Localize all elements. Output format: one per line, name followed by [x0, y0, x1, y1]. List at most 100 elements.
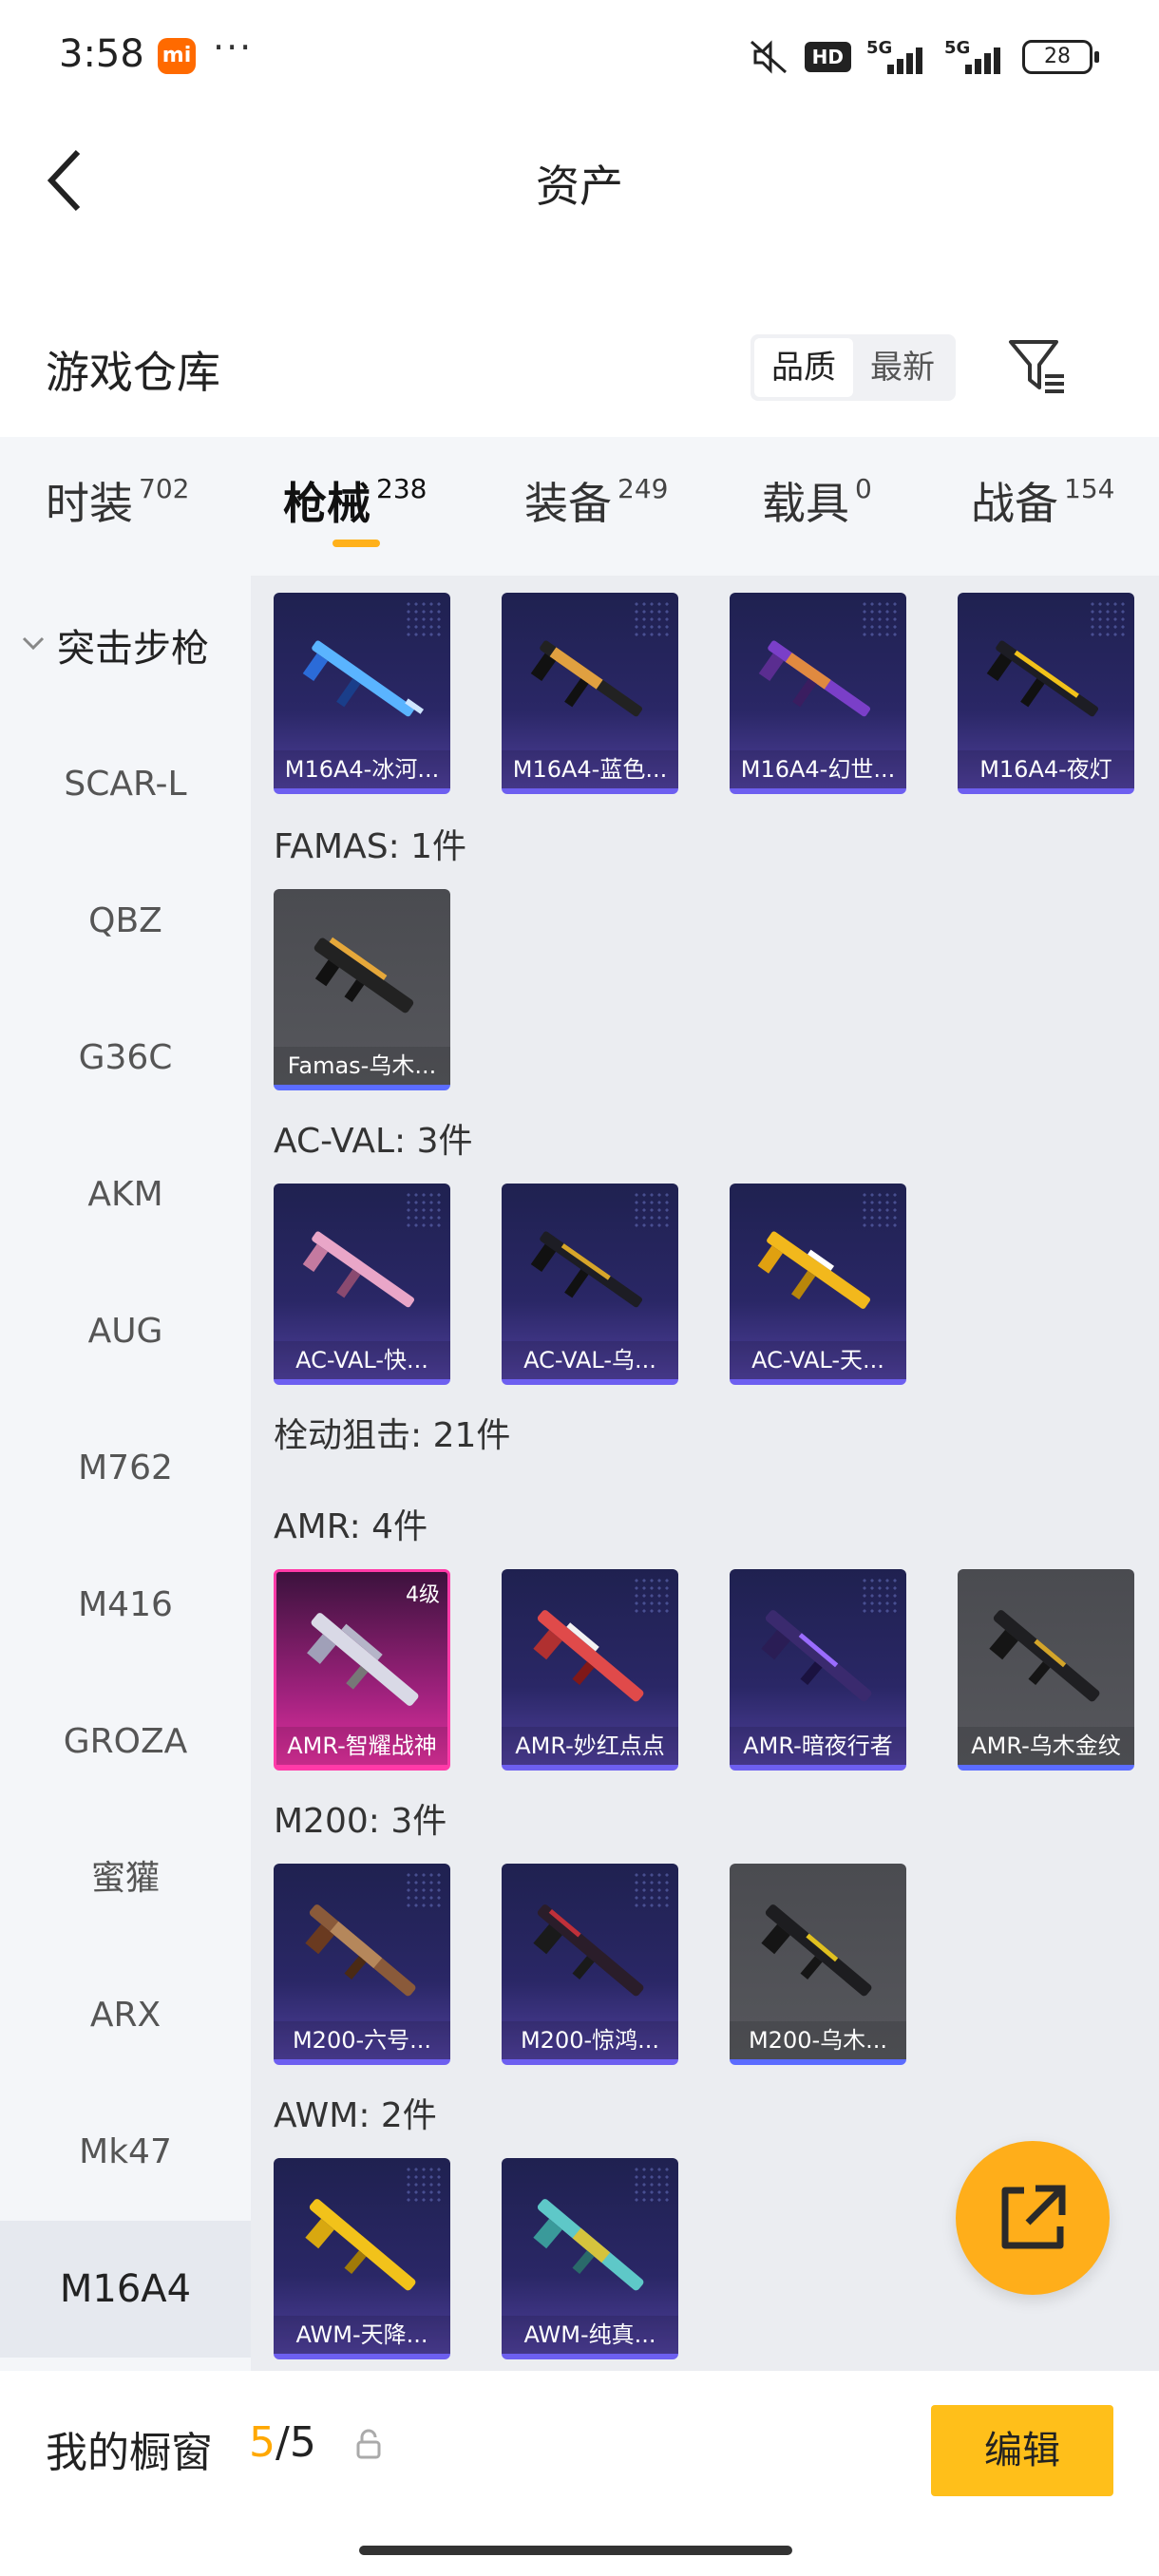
- rifle-icon: [761, 1610, 872, 1702]
- sidebar-item-qbz[interactable]: QBZ: [0, 853, 251, 990]
- mi-app-icon: mi: [158, 38, 196, 74]
- hd-voice-icon: HD: [804, 42, 851, 72]
- skin-card[interactable]: AC-VAL-乌...: [502, 1184, 678, 1385]
- skin-name: M16A4-蓝色...: [502, 750, 678, 788]
- sidebar-item-groza[interactable]: GROZA: [0, 1674, 251, 1810]
- tab-fashion[interactable]: 时装 702: [46, 469, 189, 536]
- sidebar-category-assault-rifle[interactable]: 突击步枪: [0, 576, 251, 709]
- skin-card[interactable]: AWM-纯真...: [502, 2158, 678, 2359]
- sidebar-item-scar-l[interactable]: SCAR-L: [0, 716, 251, 853]
- skin-name: AWM-天降...: [274, 2316, 450, 2354]
- skin-card[interactable]: AMR-暗夜行者: [730, 1569, 906, 1771]
- showcase-label: 我的橱窗: [46, 2429, 213, 2477]
- rifle-icon: [986, 640, 1099, 717]
- tab-vehicles[interactable]: 载具 0: [762, 469, 872, 536]
- weapon-grid: M16A4-冰河... M16A4-蓝色... M16A4-幻世... M16A…: [251, 576, 1159, 2371]
- edit-button[interactable]: 编辑: [931, 2405, 1113, 2496]
- skin-name: Famas-乌木...: [274, 1047, 450, 1085]
- page-title: 资产: [536, 161, 623, 212]
- skin-name: M200-六号...: [274, 2021, 450, 2059]
- skin-card[interactable]: M200-惊鸿...: [502, 1864, 678, 2065]
- skin-name: M200-惊鸿...: [502, 2021, 678, 2059]
- section-title: 游戏仓库: [46, 347, 220, 398]
- filter-icon: [1009, 340, 1064, 393]
- filter-button[interactable]: [1005, 334, 1068, 397]
- active-tab-indicator: [332, 540, 380, 547]
- sort-newest-button[interactable]: 最新: [853, 338, 952, 397]
- sort-quality-button[interactable]: 品质: [754, 338, 853, 397]
- skin-name: AMR-乌木金纹: [958, 1727, 1134, 1765]
- sidebar-item-aug[interactable]: AUG: [0, 1263, 251, 1400]
- mute-vibrate-icon: [750, 40, 787, 74]
- rifle-icon: [758, 640, 871, 717]
- sidebar-item-akm[interactable]: AKM: [0, 1127, 251, 1263]
- lock-icon: [356, 2429, 381, 2459]
- category-tabs: 时装 702 枪械 238 装备 249 载具 0 战备 154: [0, 437, 1159, 576]
- skin-name: AC-VAL-天...: [730, 1341, 906, 1379]
- skin-name: M16A4-夜灯: [958, 750, 1134, 788]
- signal-icon-1: 5G: [866, 38, 929, 76]
- skin-card[interactable]: AC-VAL-快...: [274, 1184, 450, 1385]
- skin-card[interactable]: M200-六号...: [274, 1864, 450, 2065]
- tab-guns[interactable]: 枪械 238: [283, 469, 427, 536]
- sidebar-item-mk47[interactable]: Mk47: [0, 2084, 251, 2221]
- skin-name: AC-VAL-乌...: [502, 1341, 678, 1379]
- skin-name: AC-VAL-快...: [274, 1341, 450, 1379]
- skin-card[interactable]: AWM-天降...: [274, 2158, 450, 2359]
- home-indicator[interactable]: [359, 2546, 792, 2555]
- sidebar-item-m416[interactable]: M416: [0, 1537, 251, 1674]
- sidebar-item-arx[interactable]: ARX: [0, 1947, 251, 2084]
- chevron-down-icon: [22, 636, 45, 651]
- skin-card[interactable]: 4级 AMR-智耀战神: [274, 1569, 450, 1771]
- skin-name: AMR-妙红点点: [502, 1727, 678, 1765]
- sidebar-item-m16a4[interactable]: M16A4: [0, 2221, 251, 2358]
- rifle-icon: [533, 1610, 644, 1702]
- skin-name: M16A4-冰河...: [274, 750, 450, 788]
- status-icons: HD 5G 5G 28: [748, 36, 1099, 78]
- status-time: 3:58: [59, 32, 144, 76]
- skin-card[interactable]: AC-VAL-天...: [730, 1184, 906, 1385]
- skin-card[interactable]: M200-乌木...: [730, 1864, 906, 2065]
- more-notifications-icon: ···: [213, 27, 254, 68]
- signal-icon-2: 5G: [944, 38, 1007, 76]
- rifle-icon: [533, 1904, 644, 1997]
- rifle-icon: [314, 937, 414, 1013]
- group-title-amr: AMR: 4件: [274, 1507, 428, 1546]
- rifle-icon: [530, 640, 643, 717]
- rifle-icon: [989, 1610, 1100, 1702]
- sidebar-item-honey-badger[interactable]: 蜜獾: [0, 1810, 251, 1947]
- rifle-icon: [761, 1904, 872, 1997]
- share-icon: [1001, 2185, 1066, 2249]
- tab-supplies[interactable]: 战备 154: [971, 469, 1114, 536]
- rifle-icon: [302, 640, 425, 717]
- share-fab-button[interactable]: [956, 2141, 1110, 2295]
- rifle-icon: [307, 1613, 419, 1706]
- skin-card[interactable]: M16A4-夜灯: [958, 593, 1134, 794]
- skin-name: M200-乌木...: [730, 2021, 906, 2059]
- group-title-m200: M200: 3件: [274, 1802, 447, 1841]
- group-title-ac-val: AC-VAL: 3件: [274, 1122, 473, 1161]
- rifle-icon: [530, 1231, 643, 1308]
- rifle-icon: [305, 1904, 416, 1997]
- group-title-bolt-sniper: 栓动狙击: 21件: [274, 1416, 511, 1455]
- skin-card[interactable]: AMR-乌木金纹: [958, 1569, 1134, 1771]
- skin-name: AMR-暗夜行者: [730, 1727, 906, 1765]
- weapon-sidebar: 突击步枪 SCAR-L QBZ G36C AKM AUG M762 M416 G…: [0, 576, 251, 2371]
- status-bar: 3:58 mi ··· HD 5G 5G 28: [0, 0, 1159, 114]
- skin-name: AMR-智耀战神: [276, 1727, 447, 1765]
- sidebar-item-g36c[interactable]: G36C: [0, 990, 251, 1127]
- showcase-count: 5/5: [249, 2418, 316, 2467]
- sidebar-item-m762[interactable]: M762: [0, 1400, 251, 1537]
- skin-card[interactable]: M16A4-幻世...: [730, 593, 906, 794]
- skin-name: M16A4-幻世...: [730, 750, 906, 788]
- tab-equipment[interactable]: 装备 249: [524, 469, 668, 536]
- battery-icon: 28: [1022, 40, 1099, 74]
- skin-card[interactable]: AMR-妙红点点: [502, 1569, 678, 1771]
- skin-card[interactable]: M16A4-蓝色...: [502, 593, 678, 794]
- group-title-awm: AWM: 2件: [274, 2096, 437, 2135]
- sort-toggle: 品质 最新: [750, 334, 956, 401]
- rifle-icon: [302, 1231, 415, 1308]
- skin-card[interactable]: Famas-乌木...: [274, 889, 450, 1090]
- skin-card[interactable]: M16A4-冰河...: [274, 593, 450, 794]
- rifle-icon: [305, 2199, 416, 2291]
